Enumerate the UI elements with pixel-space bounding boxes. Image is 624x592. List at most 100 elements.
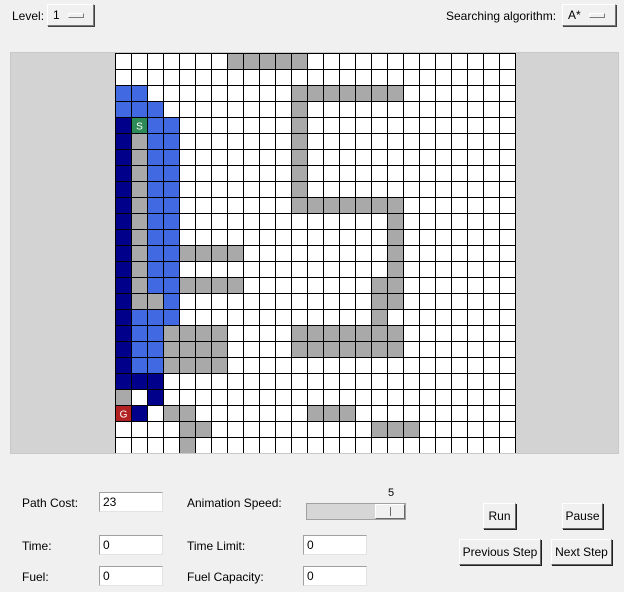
grid-cell-empty[interactable] bbox=[243, 357, 260, 374]
grid-cell-empty[interactable] bbox=[211, 309, 228, 326]
grid-cell-empty[interactable] bbox=[435, 261, 452, 278]
grid-cell-frontier[interactable] bbox=[163, 197, 180, 214]
grid-cell-empty[interactable] bbox=[499, 69, 516, 86]
grid-cell-empty[interactable] bbox=[291, 437, 308, 454]
grid-cell-visited[interactable] bbox=[115, 293, 132, 310]
grid-cell-visited[interactable] bbox=[147, 373, 164, 390]
grid-cell-wall[interactable] bbox=[115, 389, 132, 406]
grid-cell-empty[interactable] bbox=[451, 197, 468, 214]
grid-cell-wall[interactable] bbox=[163, 357, 180, 374]
grid-cell-empty[interactable] bbox=[195, 293, 212, 310]
grid-cell-visited[interactable] bbox=[115, 149, 132, 166]
grid-cell-empty[interactable] bbox=[275, 229, 292, 246]
grid-cell-empty[interactable] bbox=[339, 53, 356, 70]
grid-cell-frontier[interactable] bbox=[147, 229, 164, 246]
grid-cell-frontier[interactable] bbox=[131, 85, 148, 102]
grid-cell-frontier[interactable] bbox=[115, 101, 132, 118]
grid-cell-empty[interactable] bbox=[195, 213, 212, 230]
grid-cell-empty[interactable] bbox=[435, 133, 452, 150]
grid-cell-empty[interactable] bbox=[499, 357, 516, 374]
grid-cell-empty[interactable] bbox=[227, 373, 244, 390]
grid-cell-visited[interactable] bbox=[115, 133, 132, 150]
grid-cell-frontier[interactable] bbox=[147, 277, 164, 294]
grid-cell-wall[interactable] bbox=[163, 405, 180, 422]
grid-cell-empty[interactable] bbox=[323, 133, 340, 150]
grid-cell-empty[interactable] bbox=[179, 309, 196, 326]
grid-cell-empty[interactable] bbox=[227, 149, 244, 166]
next-step-button[interactable]: Next Step bbox=[551, 539, 612, 565]
grid-cell-empty[interactable] bbox=[179, 85, 196, 102]
grid-cell-wall[interactable] bbox=[195, 357, 212, 374]
grid-cell-empty[interactable] bbox=[307, 373, 324, 390]
grid-cell-empty[interactable] bbox=[483, 261, 500, 278]
grid-cell-empty[interactable] bbox=[387, 373, 404, 390]
grid-cell-empty[interactable] bbox=[499, 309, 516, 326]
grid-cell-empty[interactable] bbox=[227, 69, 244, 86]
grid-cell-empty[interactable] bbox=[451, 133, 468, 150]
grid-cell-empty[interactable] bbox=[307, 69, 324, 86]
grid-cell-wall[interactable] bbox=[227, 245, 244, 262]
grid-cell-empty[interactable] bbox=[467, 309, 484, 326]
grid-cell-empty[interactable] bbox=[355, 277, 372, 294]
grid-cell-wall[interactable] bbox=[387, 213, 404, 230]
search-grid[interactable]: SG bbox=[115, 53, 517, 454]
grid-cell-frontier[interactable] bbox=[131, 341, 148, 358]
grid-cell-empty[interactable] bbox=[275, 101, 292, 118]
grid-cell-wall[interactable] bbox=[131, 229, 148, 246]
grid-cell-empty[interactable] bbox=[483, 165, 500, 182]
grid-cell-empty[interactable] bbox=[211, 101, 228, 118]
grid-cell-frontier[interactable] bbox=[131, 357, 148, 374]
grid-cell-empty[interactable] bbox=[355, 213, 372, 230]
grid-cell-empty[interactable] bbox=[435, 325, 452, 342]
grid-cell-empty[interactable] bbox=[323, 181, 340, 198]
grid-cell-empty[interactable] bbox=[323, 165, 340, 182]
grid-cell-empty[interactable] bbox=[259, 309, 276, 326]
grid-cell-visited[interactable] bbox=[115, 213, 132, 230]
grid-cell-empty[interactable] bbox=[387, 389, 404, 406]
grid-cell-empty[interactable] bbox=[307, 245, 324, 262]
grid-cell-empty[interactable] bbox=[467, 293, 484, 310]
grid-cell-empty[interactable] bbox=[435, 213, 452, 230]
grid-cell-empty[interactable] bbox=[499, 341, 516, 358]
algorithm-dropdown[interactable]: A* bbox=[562, 4, 616, 26]
grid-cell-empty[interactable] bbox=[307, 389, 324, 406]
grid-cell-wall[interactable] bbox=[195, 277, 212, 294]
grid-cell-wall[interactable] bbox=[211, 325, 228, 342]
grid-cell-empty[interactable] bbox=[419, 261, 436, 278]
grid-cell-wall[interactable] bbox=[163, 325, 180, 342]
grid-cell-empty[interactable] bbox=[259, 357, 276, 374]
grid-cell-empty[interactable] bbox=[355, 181, 372, 198]
grid-cell-empty[interactable] bbox=[435, 357, 452, 374]
grid-cell-empty[interactable] bbox=[419, 85, 436, 102]
grid-cell-empty[interactable] bbox=[275, 69, 292, 86]
grid-cell-empty[interactable] bbox=[403, 165, 420, 182]
grid-cell-empty[interactable] bbox=[387, 357, 404, 374]
grid-cell-empty[interactable] bbox=[195, 373, 212, 390]
grid-cell-empty[interactable] bbox=[467, 133, 484, 150]
grid-cell-empty[interactable] bbox=[275, 405, 292, 422]
grid-cell-wall[interactable] bbox=[387, 421, 404, 438]
grid-cell-empty[interactable] bbox=[227, 405, 244, 422]
grid-cell-empty[interactable] bbox=[499, 437, 516, 454]
grid-cell-empty[interactable] bbox=[435, 117, 452, 134]
grid-cell-empty[interactable] bbox=[259, 405, 276, 422]
grid-cell-empty[interactable] bbox=[355, 53, 372, 70]
grid-cell-empty[interactable] bbox=[275, 437, 292, 454]
grid-cell-wall[interactable] bbox=[323, 325, 340, 342]
grid-cell-empty[interactable] bbox=[355, 165, 372, 182]
grid-cell-empty[interactable] bbox=[483, 357, 500, 374]
grid-cell-empty[interactable] bbox=[147, 53, 164, 70]
grid-cell-empty[interactable] bbox=[483, 389, 500, 406]
grid-cell-empty[interactable] bbox=[355, 389, 372, 406]
grid-cell-empty[interactable] bbox=[419, 53, 436, 70]
grid-cell-empty[interactable] bbox=[483, 101, 500, 118]
grid-cell-empty[interactable] bbox=[259, 325, 276, 342]
grid-cell-empty[interactable] bbox=[323, 69, 340, 86]
grid-cell-wall[interactable] bbox=[371, 197, 388, 214]
grid-cell-empty[interactable] bbox=[291, 69, 308, 86]
grid-cell-wall[interactable] bbox=[371, 325, 388, 342]
grid-cell-empty[interactable] bbox=[227, 197, 244, 214]
grid-cell-empty[interactable] bbox=[243, 85, 260, 102]
grid-cell-empty[interactable] bbox=[355, 261, 372, 278]
grid-cell-frontier[interactable] bbox=[163, 293, 180, 310]
